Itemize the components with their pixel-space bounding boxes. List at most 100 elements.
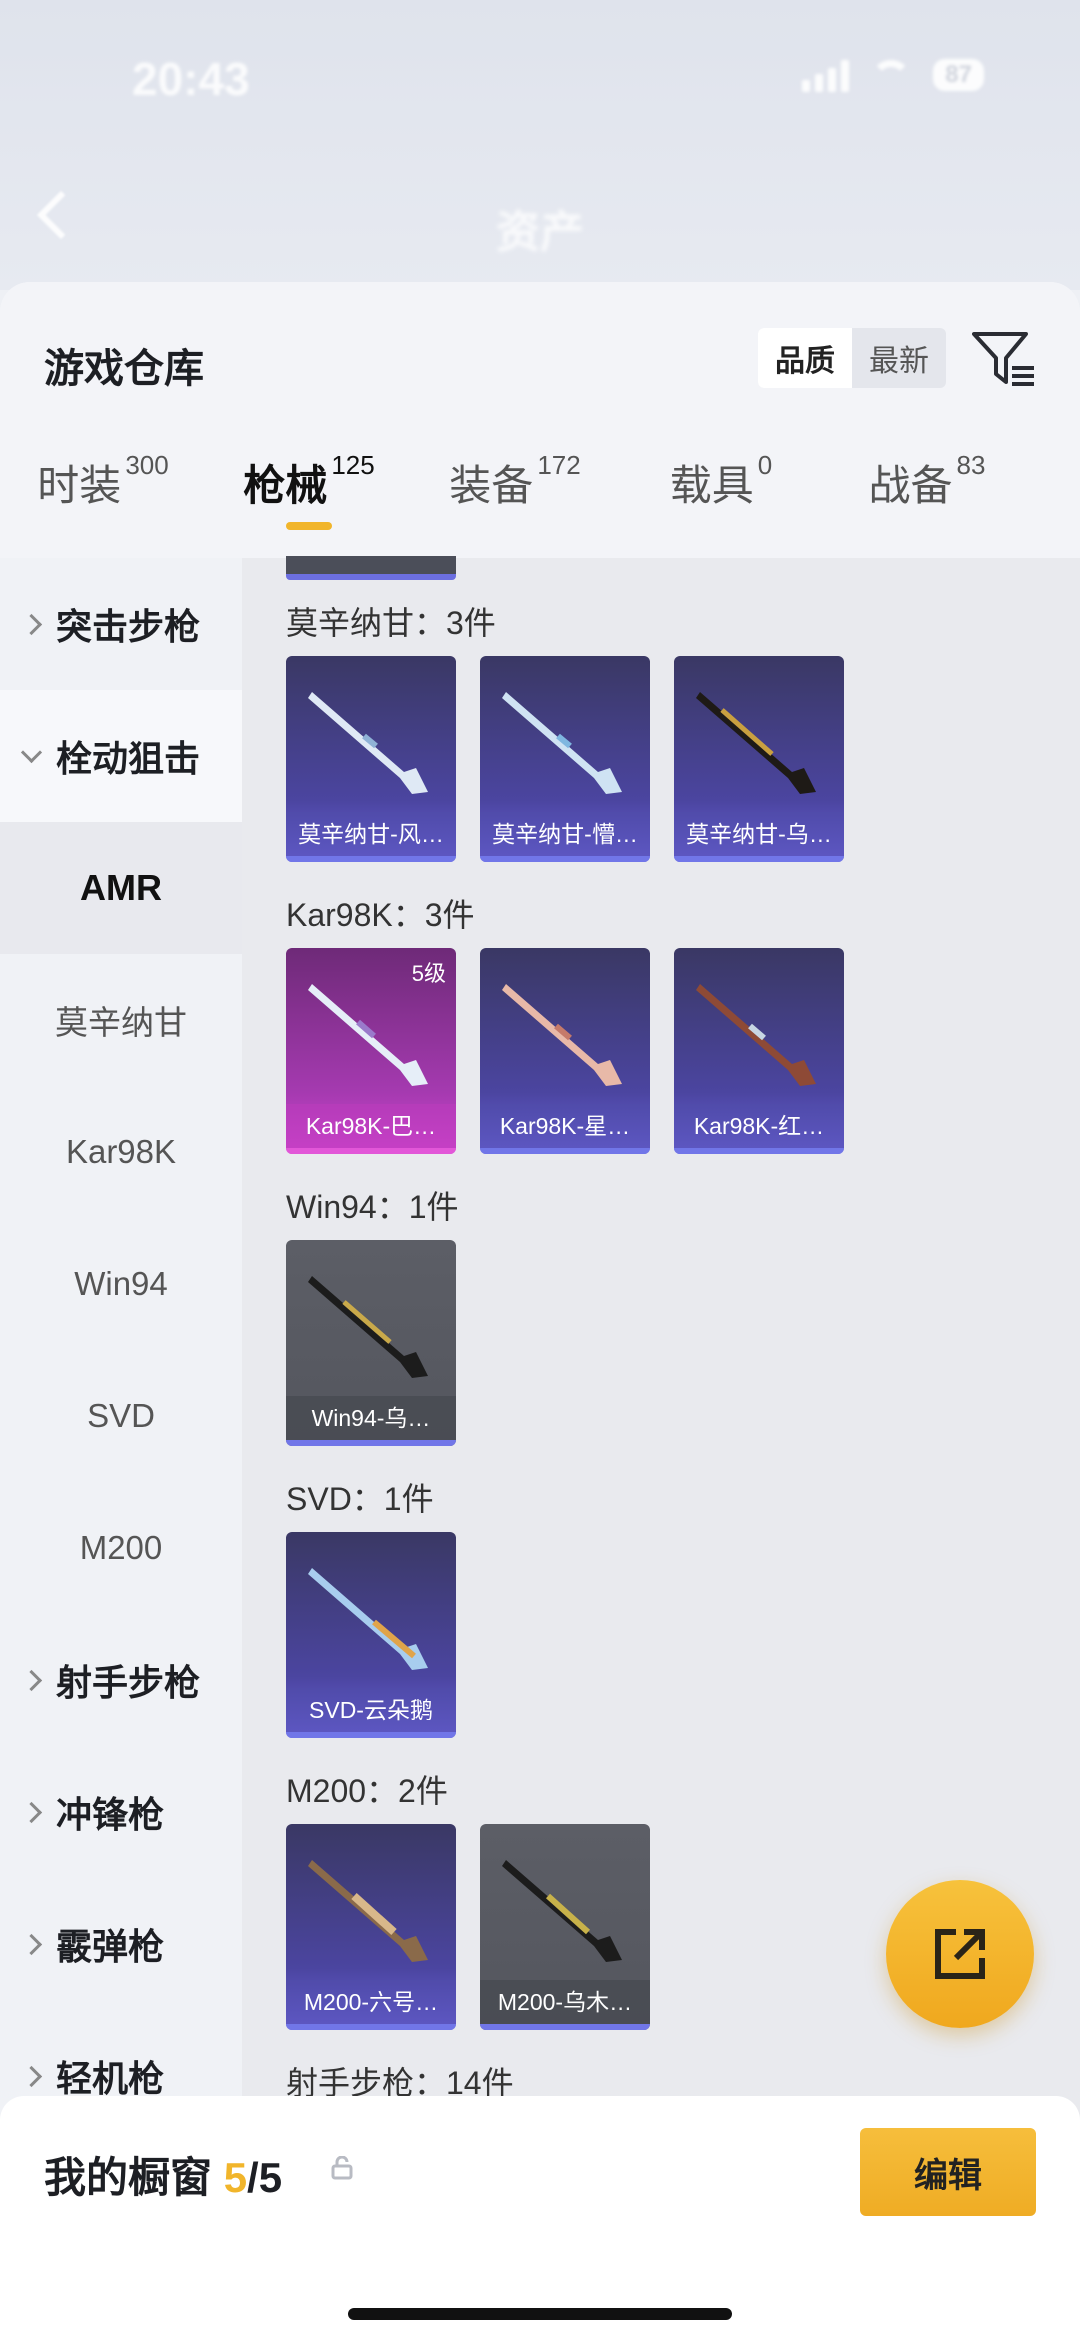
- battery-indicator: 87: [933, 59, 984, 91]
- rifle-icon: [502, 692, 622, 794]
- tab-label: 时装: [37, 462, 122, 509]
- tab-label: 枪械: [243, 462, 328, 509]
- sort-toggle[interactable]: 品质 最新: [758, 328, 946, 388]
- rifle-icon: [696, 984, 816, 1086]
- sidebar-subitem-kar98k[interactable]: Kar98K: [0, 1086, 242, 1218]
- tab-count: 83: [956, 450, 986, 480]
- group-label-kar98k: Kar98K：3件: [286, 897, 475, 933]
- status-time: 20:43: [132, 53, 250, 105]
- sidebar-item-marksman-rifle[interactable]: 射手步枪: [0, 1614, 242, 1746]
- rifle-icon: [308, 1276, 428, 1378]
- rifle-icon: [308, 1860, 428, 1962]
- weapon-card-name: 莫辛纳甘-乌…: [674, 812, 844, 856]
- status-icons: 87: [802, 58, 984, 92]
- weapon-card-name: M200-六号…: [286, 1980, 456, 2024]
- rarity-bar: [286, 1440, 456, 1446]
- rarity-bar: [674, 856, 844, 862]
- sidebar-subitem-mosin[interactable]: 莫辛纳甘: [0, 954, 242, 1086]
- tab-supplies[interactable]: 战备 83: [824, 422, 1030, 522]
- sort-option-quality[interactable]: 品质: [758, 328, 852, 388]
- weapon-card-name: Kar98K-红…: [674, 1104, 844, 1148]
- rarity-bar: [480, 2024, 650, 2030]
- rarity-bar: [480, 856, 650, 862]
- tab-skins[interactable]: 时装 300: [0, 422, 206, 522]
- tab-count: 300: [125, 450, 169, 480]
- home-indicator: [348, 2308, 732, 2320]
- weapon-category-sidebar: 突击步枪 栓动狙击 AMR 莫辛纳甘 Kar98K Win94 SVD M200…: [0, 558, 242, 2341]
- weapon-card-name: Win94-乌…: [286, 1396, 456, 1440]
- page-title: 游戏仓库: [44, 347, 204, 391]
- tab-count: 0: [757, 450, 773, 480]
- weapon-grid: 莫辛纳甘：3件 莫辛纳甘-风… 莫辛纳甘-懵… 莫辛纳甘-乌… Kar98K：3…: [242, 556, 1080, 2341]
- sidebar-item-assault-rifle[interactable]: 突击步枪: [0, 558, 242, 690]
- weapon-card-name: M200-乌木…: [480, 1980, 650, 2024]
- sidebar-subitem-svd[interactable]: SVD: [0, 1350, 242, 1482]
- lock-icon[interactable]: [330, 2156, 354, 2180]
- weapon-card[interactable]: Kar98K-星…: [480, 948, 650, 1154]
- rifle-icon: [308, 1568, 428, 1670]
- sidebar-item-label: 莫辛纳甘: [55, 1004, 187, 1041]
- showcase-bar: 我的橱窗 5/5 编辑: [0, 2096, 1080, 2341]
- rifle-icon: [308, 692, 428, 794]
- weapon-card[interactable]: M200-六号…: [286, 1824, 456, 2030]
- rarity-bar: [674, 1148, 844, 1154]
- tab-label: 战备: [868, 462, 953, 509]
- weapon-card-name: Kar98K-星…: [480, 1104, 650, 1148]
- weapon-card-name: 莫辛纳甘-懵…: [480, 812, 650, 856]
- rarity-bar: [480, 1148, 650, 1154]
- sidebar-item-label: SVD: [87, 1397, 155, 1434]
- weapon-card-name: SVD-云朵鹅: [286, 1688, 456, 1732]
- sidebar-item-bolt-sniper[interactable]: 栓动狙击: [0, 690, 242, 822]
- tab-vehicles[interactable]: 载具 0: [618, 422, 824, 522]
- weapon-card[interactable]: M200-乌木…: [480, 1824, 650, 2030]
- weapon-card[interactable]: 莫辛纳甘-风…: [286, 656, 456, 862]
- showcase-title: 我的橱窗 5/5: [44, 2144, 282, 2205]
- showcase-count-separator: /: [247, 2154, 259, 2201]
- sidebar-item-label: AMR: [80, 867, 162, 908]
- rifle-icon: [502, 1860, 622, 1962]
- partial-item-card[interactable]: [286, 556, 456, 580]
- weapon-card[interactable]: 5级 Kar98K-巴…: [286, 948, 456, 1154]
- edit-button[interactable]: 编辑: [860, 2128, 1036, 2216]
- sidebar-subitem-win94[interactable]: Win94: [0, 1218, 242, 1350]
- share-icon: [935, 1929, 985, 1979]
- sidebar-item-shotgun[interactable]: 霰弹枪: [0, 1878, 242, 2010]
- sidebar-item-label: Kar98K: [65, 1133, 177, 1170]
- wifi-icon: [871, 60, 912, 90]
- nav-title: 资产: [496, 208, 584, 257]
- rifle-icon: [308, 984, 428, 1086]
- weapon-card[interactable]: SVD-云朵鹅: [286, 1532, 456, 1738]
- top-bar: 20:43 87 资产: [0, 0, 1080, 290]
- weapon-card-name: 莫辛纳甘-风…: [286, 812, 456, 856]
- rarity-bar: [286, 1732, 456, 1738]
- signal-icon: [802, 58, 850, 92]
- sidebar-item-smg[interactable]: 冲锋枪: [0, 1746, 242, 1878]
- group-label-win94: Win94：1件: [286, 1189, 459, 1225]
- filter-icon[interactable]: [972, 330, 1036, 390]
- tab-firearms[interactable]: 枪械 125: [206, 422, 412, 530]
- panel-header: 游戏仓库 品质 最新: [0, 282, 1080, 402]
- sidebar-item-label: M200: [79, 1529, 163, 1566]
- share-button[interactable]: [886, 1880, 1034, 2028]
- tab-equipment[interactable]: 装备 172: [412, 422, 618, 522]
- sidebar-subitem-amr[interactable]: AMR: [0, 822, 242, 954]
- weapon-card[interactable]: Kar98K-红…: [674, 948, 844, 1154]
- warehouse-panel: 游戏仓库 品质 最新 时装 300 枪械 125 装备 172 载具 0 战备 83 突击…: [0, 282, 1080, 2341]
- group-label-m200: M200：2件: [286, 1773, 448, 1809]
- rifle-icon: [502, 984, 622, 1086]
- weapon-card[interactable]: 莫辛纳甘-乌…: [674, 656, 844, 862]
- showcase-count-max: 5: [258, 2154, 283, 2201]
- weapon-card-name: Kar98K-巴…: [286, 1104, 456, 1148]
- category-tabs: 时装 300 枪械 125 装备 172 载具 0 战备 83: [0, 422, 1080, 530]
- showcase-count-current: 5: [223, 2154, 248, 2201]
- rarity-bar: [286, 2024, 456, 2030]
- weapon-card[interactable]: 莫辛纳甘-懵…: [480, 656, 650, 862]
- sidebar-subitem-m200[interactable]: M200: [0, 1482, 242, 1614]
- tab-count: 172: [537, 450, 581, 480]
- tab-label: 载具: [669, 462, 754, 509]
- weapon-card[interactable]: Win94-乌…: [286, 1240, 456, 1446]
- tab-label: 装备: [449, 462, 534, 509]
- showcase-label: 我的橱窗: [44, 2154, 213, 2201]
- sort-option-newest[interactable]: 最新: [852, 328, 946, 388]
- rarity-bar: [286, 856, 456, 862]
